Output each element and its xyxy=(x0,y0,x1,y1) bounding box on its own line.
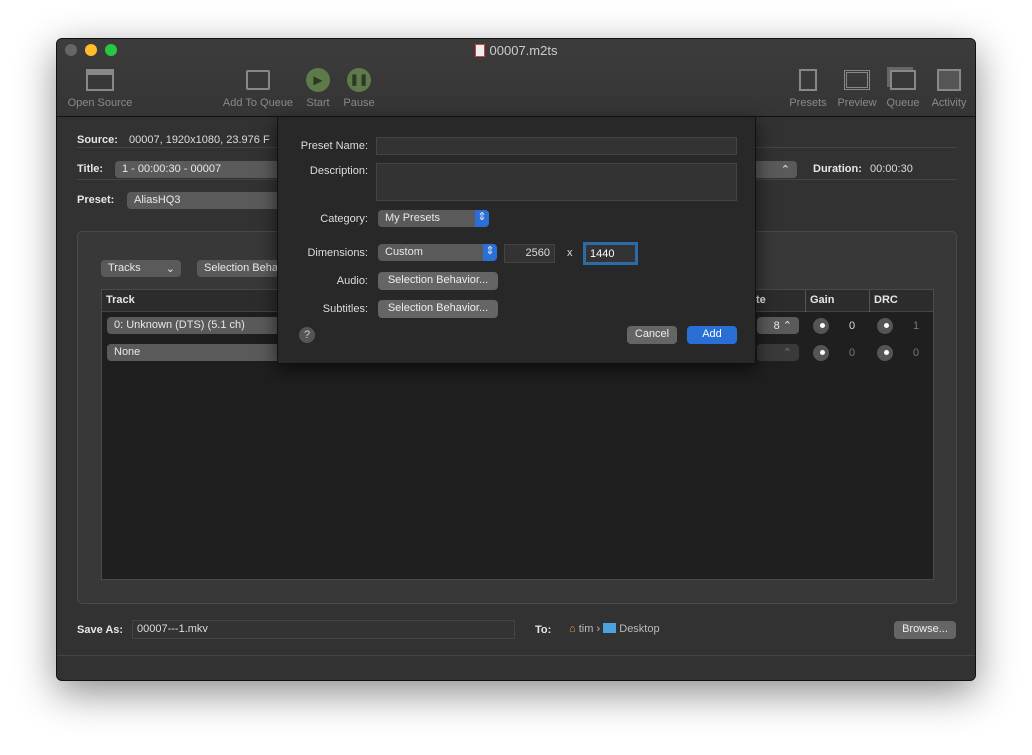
track-popup[interactable]: None xyxy=(107,344,282,361)
description-label: Description: xyxy=(309,165,368,177)
category-label: Category: xyxy=(320,213,368,225)
presets-label: Presets xyxy=(789,97,827,109)
pause-icon: ❚❚ xyxy=(344,67,374,93)
window-title-text: 00007.m2ts xyxy=(489,43,558,58)
film-icon xyxy=(842,67,872,93)
title-popup[interactable]: 1 - 00:00:30 - 00007 xyxy=(115,161,285,178)
add-to-queue-button[interactable]: Add To Queue xyxy=(220,67,296,109)
preset-label: Preset: xyxy=(77,194,115,206)
width-field[interactable]: 2560 xyxy=(504,244,555,263)
height-field[interactable]: 1440 xyxy=(583,242,638,265)
duration-value: 00:00:30 xyxy=(870,163,913,175)
category-popup[interactable]: My Presets ⇕ xyxy=(378,210,489,227)
column-samplerate: te xyxy=(756,294,766,306)
column-drc: DRC xyxy=(874,294,898,306)
destination-path[interactable]: ⌂ tim › Desktop xyxy=(569,623,660,635)
main-window: 00007.m2ts Open Source Add To Queue ▶ Sta… xyxy=(56,38,976,681)
source-label: Source: xyxy=(77,134,118,146)
presets-icon xyxy=(793,67,823,93)
column-gain: Gain xyxy=(810,294,835,306)
activity-icon xyxy=(934,67,964,93)
drc-knob xyxy=(877,345,893,361)
home-icon: ⌂ xyxy=(569,623,576,635)
preview-button[interactable]: Preview xyxy=(835,67,879,109)
presets-button[interactable]: Presets xyxy=(787,67,829,109)
duration-label: Duration: xyxy=(813,163,862,175)
window-title: 00007.m2ts xyxy=(57,43,975,58)
pause-label: Pause xyxy=(343,97,375,109)
queue-button[interactable]: Queue xyxy=(883,67,923,109)
title-label: Title: xyxy=(77,163,104,175)
gain-knob xyxy=(813,345,829,361)
dimension-separator: x xyxy=(567,247,573,259)
chevron-down-icon: ⌄ xyxy=(165,263,175,275)
start-button[interactable]: ▶ Start xyxy=(302,67,334,109)
preset-popup[interactable]: AliasHQ3 xyxy=(127,192,287,209)
save-as-field[interactable]: 00007---1.mkv xyxy=(132,620,515,639)
description-field[interactable] xyxy=(376,163,737,201)
gain-value: 0 xyxy=(849,320,856,332)
drc-knob[interactable] xyxy=(877,318,893,334)
selection-behavior-button[interactable]: Selection Beha xyxy=(197,260,287,277)
open-source-label: Open Source xyxy=(67,97,133,109)
gain-value: 0 xyxy=(849,347,856,359)
add-queue-icon xyxy=(243,67,273,93)
play-icon: ▶ xyxy=(303,67,333,93)
queue-icon xyxy=(888,67,918,93)
browse-button[interactable]: Browse... xyxy=(894,621,956,639)
path-folder: Desktop xyxy=(619,623,660,635)
to-label: To: xyxy=(535,624,552,636)
activity-button[interactable]: Activity xyxy=(927,67,971,109)
save-as-label: Save As: xyxy=(77,624,124,636)
samplerate-popup[interactable]: 8 ⌃ xyxy=(757,317,799,334)
new-preset-sheet: Preset Name: Description: Category: My P… xyxy=(277,117,756,364)
divider xyxy=(57,655,975,656)
samplerate-popup: ⌃ xyxy=(757,344,799,361)
updown-icon: ⇕ xyxy=(483,244,497,261)
clapperboard-icon xyxy=(85,67,115,93)
document-icon xyxy=(474,44,485,57)
drc-value: 0 xyxy=(913,347,920,359)
audio-label: Audio: xyxy=(336,275,368,287)
drc-value: 1 xyxy=(913,320,920,332)
tracks-popup-label: Tracks xyxy=(108,262,141,274)
column-track: Track xyxy=(106,294,135,306)
gain-knob[interactable] xyxy=(813,318,829,334)
preset-name-field[interactable] xyxy=(376,137,737,155)
cancel-button[interactable]: Cancel xyxy=(627,326,677,344)
path-separator: › xyxy=(596,623,601,635)
dimensions-label: Dimensions: xyxy=(307,247,368,259)
dimensions-popup[interactable]: Custom ⇕ xyxy=(378,244,497,261)
subtitles-label: Subtitles: xyxy=(322,303,368,315)
start-label: Start xyxy=(306,97,330,109)
pause-button[interactable]: ❚❚ Pause xyxy=(341,67,377,109)
add-button[interactable]: Add xyxy=(687,326,737,344)
tracks-popup[interactable]: Tracks ⌄ xyxy=(101,260,181,277)
path-home: tim xyxy=(578,623,594,635)
preset-name-label: Preset Name: xyxy=(300,140,368,152)
activity-label: Activity xyxy=(931,97,967,109)
source-value: 00007, 1920x1080, 23.976 F xyxy=(129,134,270,146)
open-source-button[interactable]: Open Source xyxy=(65,67,135,109)
folder-icon xyxy=(603,623,617,633)
preview-label: Preview xyxy=(837,97,877,109)
updown-icon: ⇕ xyxy=(475,210,489,227)
add-to-queue-label: Add To Queue xyxy=(222,97,294,109)
help-button[interactable]: ? xyxy=(299,327,315,343)
audio-selection-behavior-button[interactable]: Selection Behavior... xyxy=(378,272,498,290)
subtitles-selection-behavior-button[interactable]: Selection Behavior... xyxy=(378,300,498,318)
title-toolbar: 00007.m2ts Open Source Add To Queue ▶ Sta… xyxy=(57,39,975,117)
queue-label: Queue xyxy=(886,97,920,109)
track-popup[interactable]: 0: Unknown (DTS) (5.1 ch) xyxy=(107,317,282,334)
